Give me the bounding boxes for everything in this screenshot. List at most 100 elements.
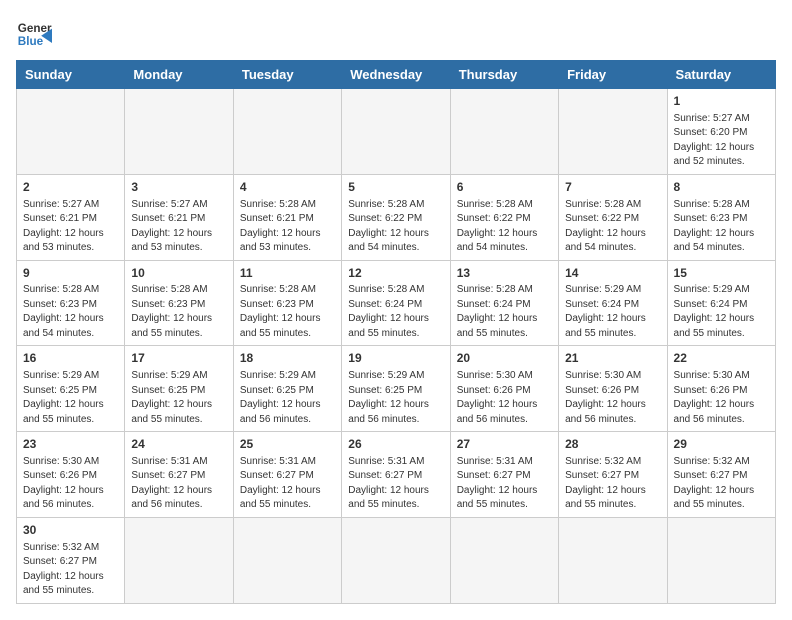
weekday-header-row: SundayMondayTuesdayWednesdayThursdayFrid… xyxy=(17,61,776,89)
day-number: 23 xyxy=(23,436,118,453)
day-number: 25 xyxy=(240,436,335,453)
calendar-cell: 29 Sunrise: 5:32 AM Sunset: 6:27 PM Dayli… xyxy=(667,432,775,518)
day-number: 26 xyxy=(348,436,443,453)
day-number: 4 xyxy=(240,179,335,196)
calendar-cell: 16 Sunrise: 5:29 AM Sunset: 6:25 PM Dayli… xyxy=(17,346,125,432)
calendar-cell: 21 Sunrise: 5:30 AM Sunset: 6:26 PM Dayli… xyxy=(559,346,667,432)
calendar-cell: 5Sunrise: 5:28 AM Sunset: 6:22 PM Daylig… xyxy=(342,174,450,260)
weekday-sunday: Sunday xyxy=(17,61,125,89)
day-number: 28 xyxy=(565,436,660,453)
calendar: SundayMondayTuesdayWednesdayThursdayFrid… xyxy=(16,60,776,604)
calendar-cell xyxy=(450,517,558,603)
day-info: Sunrise: 5:29 AM Sunset: 6:24 PM Dayligh… xyxy=(674,283,769,341)
calendar-cell: 23 Sunrise: 5:30 AM Sunset: 6:26 PM Dayli… xyxy=(17,432,125,518)
day-info: Sunrise: 5:28 AM Sunset: 6:23 PM Dayligh… xyxy=(131,283,226,341)
weekday-monday: Monday xyxy=(125,61,233,89)
calendar-cell: 4 Sunrise: 5:28 AM Sunset: 6:21 PM Daylig… xyxy=(233,174,341,260)
calendar-cell: 8 Sunrise: 5:28 AM Sunset: 6:23 PM Daylig… xyxy=(667,174,775,260)
day-info: Sunrise: 5:27 AM Sunset: 6:20 PM Dayligh… xyxy=(674,112,769,170)
day-info: Sunrise: 5:30 AM Sunset: 6:26 PM Dayligh… xyxy=(457,369,552,427)
day-info: Sunrise: 5:29 AM Sunset: 6:25 PM Dayligh… xyxy=(23,369,118,427)
day-number: 11 xyxy=(240,265,335,282)
day-number: 29 xyxy=(674,436,769,453)
day-info: Sunrise: 5:31 AM Sunset: 6:27 PM Dayligh… xyxy=(240,455,335,513)
calendar-cell: 19 Sunrise: 5:29 AM Sunset: 6:25 PM Dayli… xyxy=(342,346,450,432)
calendar-cell xyxy=(17,89,125,175)
svg-text:Blue: Blue xyxy=(18,35,44,48)
day-info: Sunrise: 5:31 AM Sunset: 6:27 PM Dayligh… xyxy=(348,455,443,513)
calendar-cell xyxy=(667,517,775,603)
week-row-3: 9Sunrise: 5:28 AM Sunset: 6:23 PM Daylig… xyxy=(17,260,776,346)
day-info: Sunrise: 5:29 AM Sunset: 6:25 PM Dayligh… xyxy=(131,369,226,427)
day-number: 13 xyxy=(457,265,552,282)
day-info: Sunrise: 5:31 AM Sunset: 6:27 PM Dayligh… xyxy=(457,455,552,513)
day-info: Sunrise: 5:28 AM Sunset: 6:22 PM Dayligh… xyxy=(565,198,660,256)
day-info: Sunrise: 5:28 AM Sunset: 6:24 PM Dayligh… xyxy=(457,283,552,341)
weekday-wednesday: Wednesday xyxy=(342,61,450,89)
day-number: 24 xyxy=(131,436,226,453)
day-info: Sunrise: 5:30 AM Sunset: 6:26 PM Dayligh… xyxy=(565,369,660,427)
calendar-cell: 25 Sunrise: 5:31 AM Sunset: 6:27 PM Dayli… xyxy=(233,432,341,518)
day-info: Sunrise: 5:32 AM Sunset: 6:27 PM Dayligh… xyxy=(565,455,660,513)
day-number: 6 xyxy=(457,179,552,196)
day-info: Sunrise: 5:28 AM Sunset: 6:21 PM Dayligh… xyxy=(240,198,335,256)
day-info: Sunrise: 5:31 AM Sunset: 6:27 PM Dayligh… xyxy=(131,455,226,513)
day-number: 16 xyxy=(23,350,118,367)
calendar-cell: 28 Sunrise: 5:32 AM Sunset: 6:27 PM Dayli… xyxy=(559,432,667,518)
logo: General Blue xyxy=(16,16,52,52)
day-info: Sunrise: 5:28 AM Sunset: 6:22 PM Dayligh… xyxy=(457,198,552,256)
calendar-cell: 30Sunrise: 5:32 AM Sunset: 6:27 PM Dayli… xyxy=(17,517,125,603)
day-number: 19 xyxy=(348,350,443,367)
calendar-cell xyxy=(342,517,450,603)
header: General Blue xyxy=(16,16,776,52)
calendar-cell: 7 Sunrise: 5:28 AM Sunset: 6:22 PM Daylig… xyxy=(559,174,667,260)
day-number: 17 xyxy=(131,350,226,367)
week-row-5: 23 Sunrise: 5:30 AM Sunset: 6:26 PM Dayli… xyxy=(17,432,776,518)
day-number: 15 xyxy=(674,265,769,282)
day-number: 9 xyxy=(23,265,118,282)
day-info: Sunrise: 5:29 AM Sunset: 6:25 PM Dayligh… xyxy=(348,369,443,427)
day-number: 21 xyxy=(565,350,660,367)
calendar-cell: 14Sunrise: 5:29 AM Sunset: 6:24 PM Dayli… xyxy=(559,260,667,346)
calendar-cell: 1 Sunrise: 5:27 AM Sunset: 6:20 PM Daylig… xyxy=(667,89,775,175)
day-info: Sunrise: 5:32 AM Sunset: 6:27 PM Dayligh… xyxy=(674,455,769,513)
day-number: 7 xyxy=(565,179,660,196)
weekday-saturday: Saturday xyxy=(667,61,775,89)
day-number: 2 xyxy=(23,179,118,196)
day-info: Sunrise: 5:29 AM Sunset: 6:25 PM Dayligh… xyxy=(240,369,335,427)
day-number: 10 xyxy=(131,265,226,282)
calendar-cell xyxy=(233,89,341,175)
weekday-friday: Friday xyxy=(559,61,667,89)
day-number: 22 xyxy=(674,350,769,367)
day-number: 18 xyxy=(240,350,335,367)
calendar-cell: 26 Sunrise: 5:31 AM Sunset: 6:27 PM Dayli… xyxy=(342,432,450,518)
week-row-2: 2 Sunrise: 5:27 AM Sunset: 6:21 PM Daylig… xyxy=(17,174,776,260)
logo-icon: General Blue xyxy=(16,16,52,52)
day-info: Sunrise: 5:28 AM Sunset: 6:23 PM Dayligh… xyxy=(674,198,769,256)
calendar-cell: 13Sunrise: 5:28 AM Sunset: 6:24 PM Dayli… xyxy=(450,260,558,346)
calendar-cell: 10Sunrise: 5:28 AM Sunset: 6:23 PM Dayli… xyxy=(125,260,233,346)
day-info: Sunrise: 5:28 AM Sunset: 6:23 PM Dayligh… xyxy=(240,283,335,341)
calendar-cell xyxy=(125,517,233,603)
calendar-cell xyxy=(342,89,450,175)
week-row-6: 30Sunrise: 5:32 AM Sunset: 6:27 PM Dayli… xyxy=(17,517,776,603)
calendar-cell xyxy=(559,517,667,603)
week-row-1: 1 Sunrise: 5:27 AM Sunset: 6:20 PM Daylig… xyxy=(17,89,776,175)
calendar-cell: 24 Sunrise: 5:31 AM Sunset: 6:27 PM Dayli… xyxy=(125,432,233,518)
calendar-cell: 18 Sunrise: 5:29 AM Sunset: 6:25 PM Dayli… xyxy=(233,346,341,432)
day-number: 27 xyxy=(457,436,552,453)
day-number: 14 xyxy=(565,265,660,282)
week-row-4: 16 Sunrise: 5:29 AM Sunset: 6:25 PM Dayli… xyxy=(17,346,776,432)
calendar-cell: 11Sunrise: 5:28 AM Sunset: 6:23 PM Dayli… xyxy=(233,260,341,346)
day-number: 8 xyxy=(674,179,769,196)
calendar-cell: 3Sunrise: 5:27 AM Sunset: 6:21 PM Daylig… xyxy=(125,174,233,260)
day-info: Sunrise: 5:27 AM Sunset: 6:21 PM Dayligh… xyxy=(23,198,118,256)
calendar-cell: 20Sunrise: 5:30 AM Sunset: 6:26 PM Dayli… xyxy=(450,346,558,432)
day-number: 1 xyxy=(674,93,769,110)
day-info: Sunrise: 5:28 AM Sunset: 6:23 PM Dayligh… xyxy=(23,283,118,341)
calendar-cell: 9Sunrise: 5:28 AM Sunset: 6:23 PM Daylig… xyxy=(17,260,125,346)
calendar-cell: 12Sunrise: 5:28 AM Sunset: 6:24 PM Dayli… xyxy=(342,260,450,346)
calendar-cell: 6 Sunrise: 5:28 AM Sunset: 6:22 PM Daylig… xyxy=(450,174,558,260)
day-info: Sunrise: 5:30 AM Sunset: 6:26 PM Dayligh… xyxy=(23,455,118,513)
day-info: Sunrise: 5:32 AM Sunset: 6:27 PM Dayligh… xyxy=(23,541,118,599)
